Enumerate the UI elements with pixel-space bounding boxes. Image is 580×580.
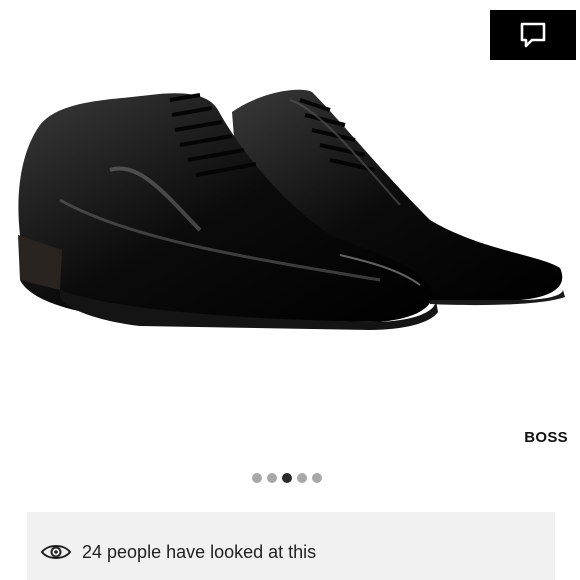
views-banner: 24 people have looked at this xyxy=(27,512,555,580)
carousel-dot-2[interactable] xyxy=(267,473,277,483)
chat-button[interactable] xyxy=(490,10,576,60)
carousel-dot-4[interactable] xyxy=(297,473,307,483)
product-image[interactable] xyxy=(0,0,580,430)
views-text: 24 people have looked at this xyxy=(82,542,317,562)
brand-label[interactable]: BOSS xyxy=(524,429,568,446)
shoes-illustration xyxy=(18,89,565,330)
chat-bubble-icon xyxy=(520,22,546,48)
product-page: BOSS 24 people have looked at this xyxy=(0,0,580,580)
carousel-dots xyxy=(252,473,322,483)
carousel-dot-3[interactable] xyxy=(282,473,292,483)
eye-icon xyxy=(40,545,72,559)
carousel-dot-1[interactable] xyxy=(252,473,262,483)
carousel-dot-5[interactable] xyxy=(312,473,322,483)
